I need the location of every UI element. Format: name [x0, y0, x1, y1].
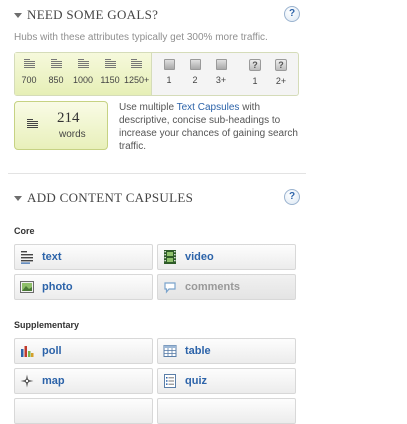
capsule-photo-button[interactable]: photo [14, 274, 153, 300]
word-count-value: 214 [57, 110, 80, 126]
word-count-unit: words [59, 129, 86, 140]
capsule-poll-button[interactable]: poll [14, 338, 153, 364]
capsule-label: photo [42, 281, 73, 293]
capsule-table-button[interactable]: table [157, 338, 296, 364]
question-box-icon: ? [249, 59, 261, 71]
bar-chart-icon [20, 344, 34, 358]
goal-photos-3-plus[interactable]: 3+ [209, 59, 233, 85]
goal-label: 3+ [215, 75, 227, 85]
question-box-icon: ? [275, 59, 287, 71]
compass-icon [20, 374, 34, 388]
goals-tip: Use multiple Text Capsules with descript… [119, 101, 304, 153]
goals-help-icon[interactable]: ? [284, 6, 300, 22]
capsule-text-button[interactable]: text [14, 244, 153, 270]
text-lines-icon [130, 59, 142, 70]
collapse-triangle-icon[interactable] [14, 12, 22, 18]
film-icon [163, 250, 177, 264]
goal-words-850[interactable]: 850 [44, 59, 68, 85]
goal-words-700[interactable]: 700 [17, 59, 41, 85]
table-icon [163, 344, 177, 358]
capsules-header[interactable]: ADD CONTENT CAPSULES [14, 188, 193, 208]
goal-label: 1250+ [124, 75, 150, 85]
goal-label: 2 [192, 75, 198, 85]
tip-text-before: Use multiple [119, 102, 177, 113]
goal-label: 2+ [275, 76, 287, 86]
photo-box-icon [189, 59, 201, 70]
goal-other-1[interactable]: ? 1 [243, 59, 267, 86]
capsule-partial-button[interactable] [14, 398, 153, 424]
photo-box-icon [215, 59, 227, 70]
goal-words-1150[interactable]: 1150 [98, 59, 122, 85]
capsule-comments-button[interactable]: comments [157, 274, 296, 300]
collapse-triangle-icon[interactable] [14, 195, 22, 201]
text-icon [20, 250, 34, 264]
goal-photos-2[interactable]: 2 [183, 59, 207, 85]
section-divider [8, 173, 306, 174]
photo-icon [20, 280, 34, 294]
goal-other-2-plus[interactable]: ? 2+ [269, 59, 293, 86]
goal-words-1000[interactable]: 1000 [71, 59, 95, 85]
goals-title: NEED SOME GOALS? [27, 7, 159, 22]
capsule-label: comments [185, 281, 241, 293]
text-lines-icon [27, 119, 38, 129]
capsule-partial-button[interactable] [157, 398, 296, 424]
capsule-map-button[interactable]: map [14, 368, 153, 394]
goal-label: 1 [166, 75, 172, 85]
supplementary-group-label: Supplementary [14, 320, 80, 330]
goals-header[interactable]: NEED SOME GOALS? [14, 5, 158, 25]
goal-label: 1 [252, 76, 258, 86]
text-capsules-link[interactable]: Text Capsules [177, 102, 240, 113]
capsule-label: video [185, 251, 214, 263]
goal-label: 1150 [100, 75, 120, 85]
capsule-label: text [42, 251, 62, 263]
speech-bubble-icon [163, 280, 177, 294]
capsule-quiz-button[interactable]: quiz [157, 368, 296, 394]
word-count-badge: 214 words [14, 101, 108, 150]
goals-subtitle: Hubs with these attributes typically get… [14, 32, 268, 43]
goal-label: 1000 [72, 75, 94, 85]
goal-words-1250-plus[interactable]: 1250+ [124, 59, 150, 85]
capsule-label: map [42, 375, 65, 387]
photo-box-icon [163, 59, 175, 70]
goal-photos-1[interactable]: 1 [157, 59, 181, 85]
core-group-label: Core [14, 226, 35, 236]
capsule-label: quiz [185, 375, 207, 387]
capsule-label: table [185, 345, 211, 357]
capsule-label: poll [42, 345, 62, 357]
capsule-video-button[interactable]: video [157, 244, 296, 270]
quiz-list-icon [163, 374, 177, 388]
text-lines-icon [104, 59, 116, 70]
text-lines-icon [50, 59, 62, 70]
goal-label: 850 [48, 75, 64, 85]
goal-targets-bar: 700 850 1000 1150 1250+ 1 2 3+ ? 1 ? 2+ [14, 52, 299, 96]
capsules-help-icon[interactable]: ? [284, 189, 300, 205]
capsules-title: ADD CONTENT CAPSULES [27, 190, 194, 205]
text-lines-icon [77, 59, 89, 70]
goal-label: 700 [21, 75, 37, 85]
text-lines-icon [23, 59, 35, 70]
